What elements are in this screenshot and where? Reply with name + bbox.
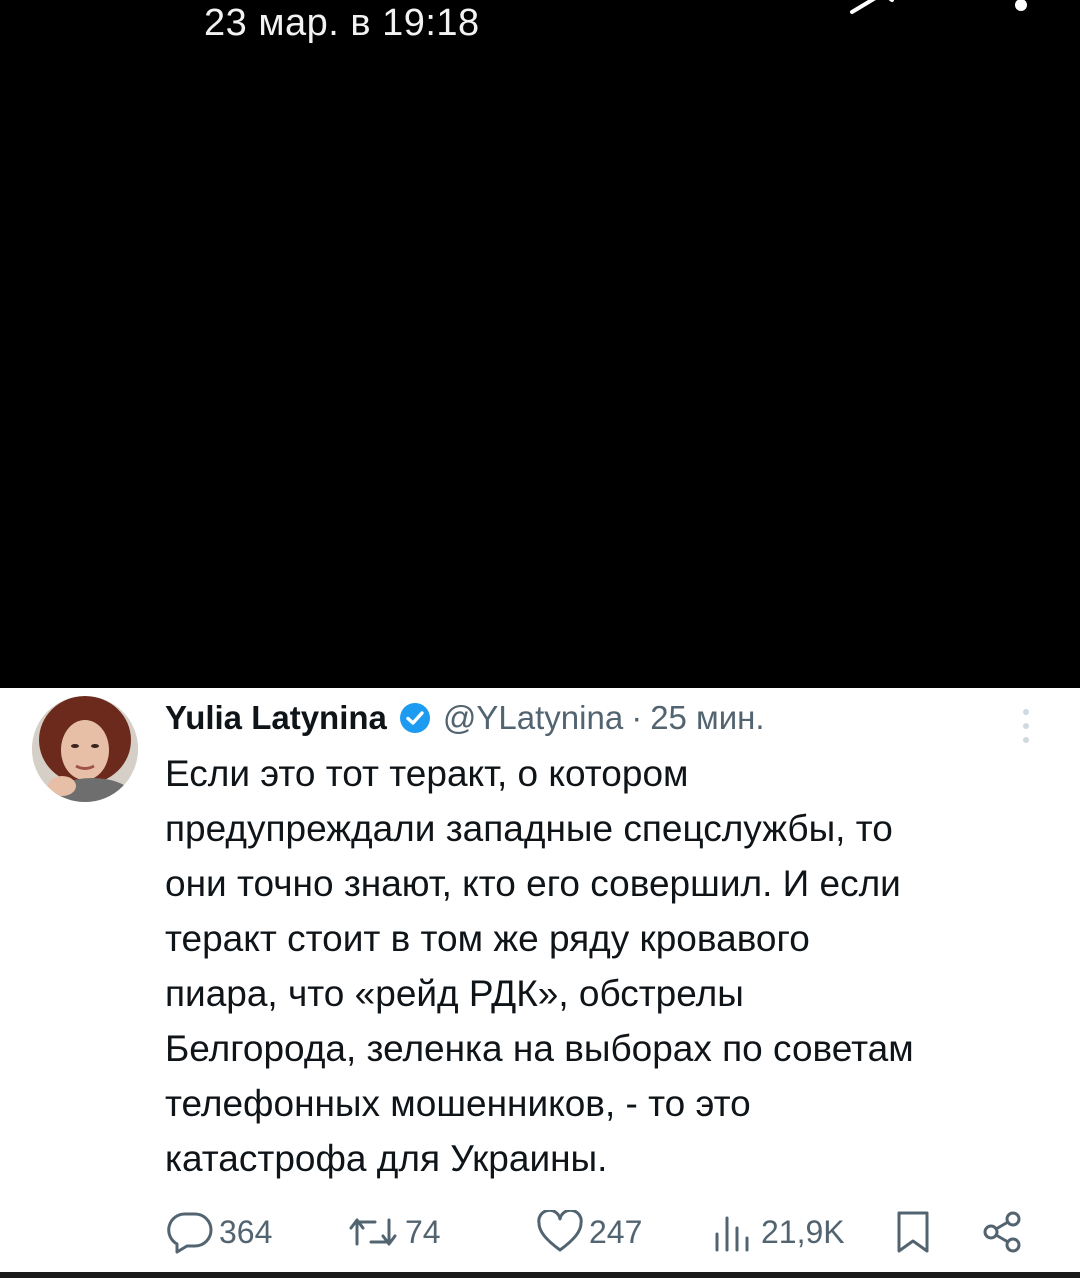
reply-button[interactable]: 364 — [165, 1208, 272, 1256]
separator-dot: · — [631, 699, 643, 736]
tweet-text: Если это тот теракт, о котором предупреж… — [165, 753, 914, 1179]
share-icon — [983, 1211, 1021, 1253]
share-arrow-icon[interactable] — [848, 0, 908, 16]
retweet-count: 74 — [405, 1213, 441, 1250]
share-button[interactable] — [979, 1208, 1025, 1256]
views-count: 21,9K — [761, 1213, 845, 1250]
avatar-photo — [32, 696, 138, 802]
like-count: 247 — [589, 1213, 643, 1250]
author-handle[interactable]: @YLatynina — [443, 699, 623, 737]
media-timestamp: 23 мар. в 19:18 — [204, 2, 480, 44]
media-viewer: 23 мар. в 19:18 — [0, 0, 1080, 688]
views-icon — [715, 1216, 749, 1252]
retweet-button[interactable]: 74 — [345, 1208, 441, 1256]
views-button[interactable]: 21,9K — [707, 1208, 845, 1256]
retweet-icon — [349, 1218, 397, 1246]
reply-count: 364 — [219, 1213, 273, 1250]
avatar[interactable] — [32, 696, 138, 802]
tweet-header: Yulia Latynina @YLatynina · 25 мин. — [165, 692, 765, 744]
heart-icon — [537, 1210, 583, 1252]
bookmark-icon — [897, 1211, 929, 1253]
tweet-time[interactable]: 25 мин. — [650, 699, 764, 737]
more-icon[interactable] — [1014, 702, 1038, 750]
tweet-card[interactable]: Yulia Latynina @YLatynina · 25 мин. Если… — [0, 688, 1080, 1272]
bottom-divider — [0, 1272, 1080, 1278]
bookmark-button[interactable] — [891, 1208, 935, 1256]
verified-badge-icon — [399, 703, 430, 733]
like-button[interactable]: 247 — [535, 1208, 642, 1256]
back-arrow-icon[interactable] — [52, 0, 92, 18]
reply-icon — [167, 1212, 213, 1254]
tweet-actions: 364 74 247 21,9K — [165, 1208, 1045, 1256]
author-name[interactable]: Yulia Latynina — [165, 699, 387, 737]
more-options-icon[interactable] — [1006, 0, 1036, 20]
